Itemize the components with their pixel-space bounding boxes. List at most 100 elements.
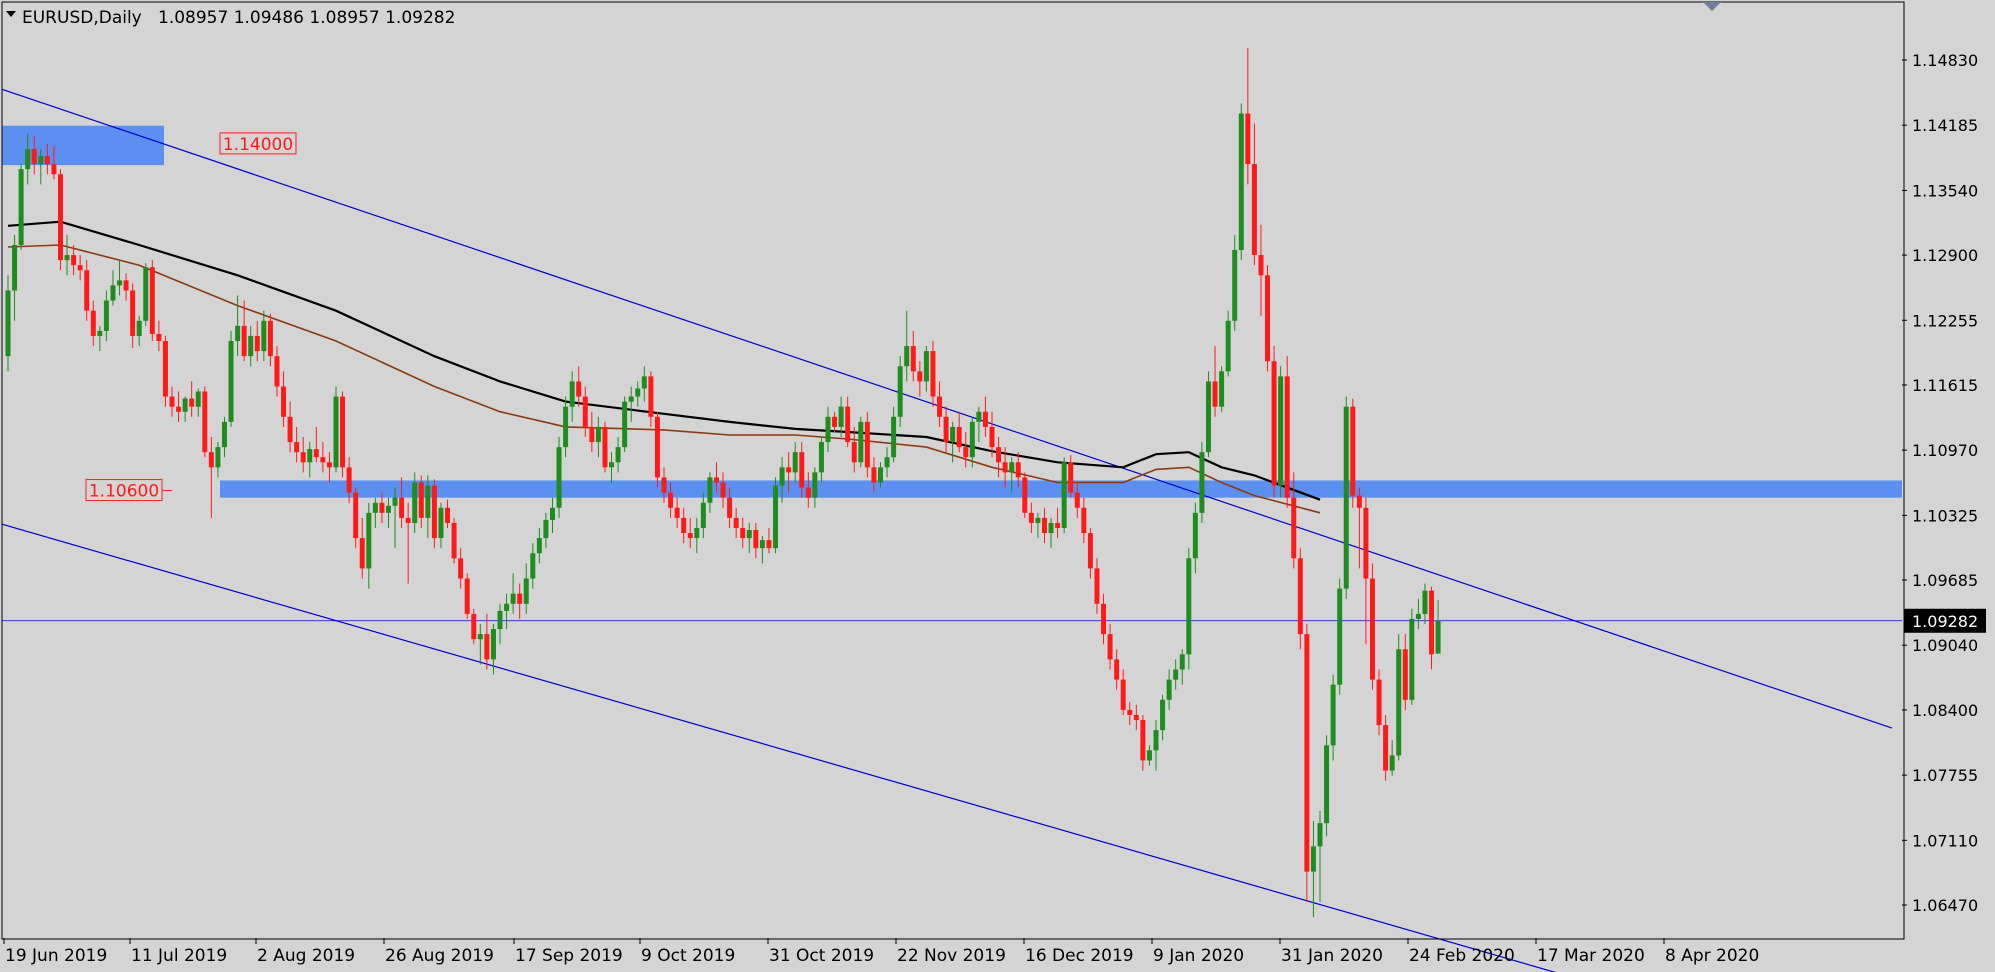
y-tick-label: 1.13540 [1912, 181, 1978, 200]
candle-body [1028, 512, 1034, 523]
candle [1186, 548, 1192, 670]
chart-header: EURUSD,Daily 1.08957 1.09486 1.08957 1.0… [6, 8, 455, 28]
candle [340, 391, 346, 478]
candle-body [162, 340, 168, 397]
candle-body [851, 442, 857, 463]
candle-body [582, 396, 588, 427]
candle-body [773, 485, 779, 549]
candle [143, 263, 149, 326]
candle-body [412, 482, 418, 523]
candle-body [18, 169, 24, 245]
candle-body [982, 411, 988, 427]
candle-body [1166, 679, 1172, 700]
candle-body [1186, 558, 1192, 655]
candle-body [930, 351, 936, 397]
candle-body [759, 540, 765, 549]
x-tick-label: 8 Apr 2020 [1665, 946, 1759, 966]
y-tick-label: 1.09040 [1912, 636, 1978, 655]
candle-body [1127, 709, 1133, 715]
candle-body [989, 426, 995, 448]
candle-body [425, 485, 431, 518]
current-price-label: 1.09282 [1912, 612, 1978, 631]
candle-body [320, 457, 326, 463]
level-label: 1.10600 [85, 479, 172, 502]
candle-body [1265, 275, 1271, 362]
candle-body [1271, 361, 1277, 486]
candle-body [307, 449, 313, 463]
candle-body [937, 396, 943, 417]
x-tick-label: 26 Aug 2019 [385, 946, 494, 966]
candle-body [805, 487, 811, 498]
candle [1199, 442, 1205, 523]
candle-body [622, 401, 628, 448]
candle [18, 164, 24, 251]
candle-body [1251, 164, 1257, 256]
x-tick-label: 19 Jun 2019 [5, 946, 107, 966]
candle-body [543, 519, 549, 539]
candle-body [681, 517, 687, 534]
candle-body [90, 310, 96, 336]
candle-body [484, 634, 490, 660]
candle-body [1041, 517, 1047, 534]
candle-body [228, 340, 234, 422]
candle-body [143, 267, 149, 321]
candle-body [1087, 533, 1093, 569]
y-tick-label: 1.14185 [1912, 116, 1978, 135]
candle [1350, 398, 1356, 508]
candle-body [1278, 376, 1284, 486]
y-tick-label: 1.10970 [1912, 441, 1978, 460]
candle-body [1094, 568, 1100, 604]
candle [57, 169, 63, 271]
candle [464, 573, 470, 619]
candle-body [687, 533, 693, 539]
candle-body [884, 457, 890, 468]
candle-body [1153, 730, 1159, 751]
candle-body [451, 522, 457, 559]
candle [1205, 371, 1211, 458]
candle-body [359, 538, 365, 569]
candle-body [149, 267, 155, 334]
ohlc-values: 1.08957 1.09486 1.08957 1.09282 [158, 8, 455, 28]
candle [1271, 346, 1277, 498]
candle-body [858, 421, 864, 463]
candle-body [235, 325, 241, 341]
candle-body [1238, 113, 1244, 251]
candle-body [976, 411, 982, 422]
candle-body [130, 290, 136, 336]
candle-body [1205, 381, 1211, 453]
x-tick-label: 31 Oct 2019 [769, 946, 874, 966]
candle-body [44, 156, 50, 165]
candle-body [661, 477, 667, 493]
candle [897, 356, 903, 427]
candle-body [799, 452, 805, 488]
candle-body [405, 517, 411, 523]
y-tick-label: 1.08400 [1912, 701, 1978, 720]
y-tick-label: 1.10325 [1912, 506, 1978, 525]
candle-body [189, 398, 195, 407]
candle [654, 411, 660, 488]
candle-body [5, 290, 11, 357]
candle-body [615, 447, 621, 463]
candle-body [1415, 613, 1421, 619]
candle-body [333, 396, 339, 468]
level-label: 1.14000 [219, 132, 297, 155]
symbol-label: EURUSD,Daily [22, 8, 142, 28]
candle-body [956, 426, 962, 448]
x-tick-label: 9 Jan 2020 [1153, 946, 1244, 966]
candle-body [1324, 745, 1330, 824]
candle-body [609, 462, 615, 468]
candle-body [1061, 462, 1067, 528]
candle-body [176, 406, 182, 412]
y-tick-label: 1.14830 [1912, 51, 1978, 70]
candle-body [707, 477, 713, 503]
candle-body [274, 356, 280, 387]
candle-body [25, 148, 31, 170]
candle-body [746, 530, 752, 539]
candle [602, 421, 608, 473]
candle-body [497, 610, 503, 630]
candle-body [287, 416, 293, 443]
y-tick-label: 1.06470 [1912, 896, 1978, 915]
candle [1297, 548, 1303, 650]
candle-body [110, 285, 116, 301]
candle-body [1304, 634, 1310, 872]
